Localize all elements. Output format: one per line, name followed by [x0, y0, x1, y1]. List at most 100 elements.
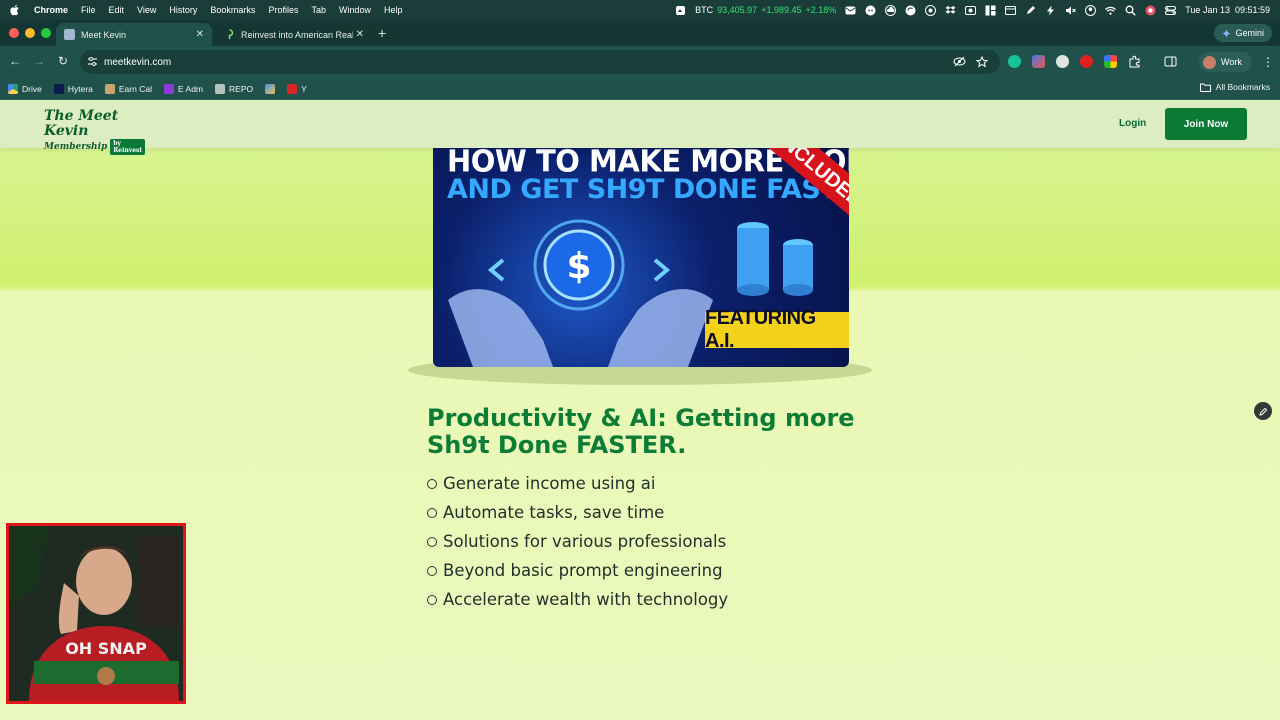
discord-icon[interactable] — [865, 5, 876, 16]
profile-button[interactable]: Work — [1199, 52, 1252, 72]
apple-icon[interactable] — [10, 4, 20, 16]
address-bar[interactable]: meetkevin.com — [80, 50, 1000, 74]
bookmarks-bar: Drive Hytera Earn Cal E Adm REPO Y All B… — [0, 78, 1280, 100]
bookmark-hytera[interactable]: Hytera — [53, 83, 93, 94]
bookmark-gemini[interactable] — [265, 83, 276, 94]
gemini-button[interactable]: Gemini — [1214, 24, 1272, 42]
cloud-icon[interactable] — [885, 4, 897, 16]
meet-kevin-logo[interactable]: The Meet Kevin Membership by Reinvest — [44, 109, 146, 155]
bullet-circle-icon — [427, 507, 437, 518]
spotlight-search-icon[interactable] — [1125, 5, 1136, 16]
presenter-video-frame: OH SNAP — [9, 526, 183, 701]
bookmark-repo[interactable]: REPO — [215, 83, 254, 94]
wifi-icon[interactable] — [1105, 5, 1117, 16]
menubar-clock[interactable]: Tue Jan 13 09:51:59 — [1185, 5, 1270, 15]
featuring-ai-badge: FEATURING A.I. — [705, 307, 849, 352]
login-link[interactable]: Login — [1119, 118, 1146, 129]
menu-edit[interactable]: Edit — [109, 5, 125, 15]
sync-icon[interactable] — [905, 5, 916, 16]
grammarly-extension-icon[interactable] — [1008, 55, 1021, 68]
browser-tab-strip: Meet Kevin ✕ Reinvest into American Real… — [0, 20, 1280, 46]
extension-icon[interactable] — [1104, 55, 1117, 68]
feature-text: Beyond basic prompt engineering — [443, 561, 723, 580]
grid-icon[interactable] — [925, 4, 937, 16]
browser-toolbar: ← → ↻ meetkevin.com — [0, 46, 1280, 78]
screen-share-icon[interactable] — [965, 5, 977, 16]
gemini-bookmark-icon — [265, 83, 276, 94]
join-now-button[interactable]: Join Now — [1165, 108, 1247, 140]
list-item: Beyond basic prompt engineering — [427, 556, 728, 585]
repo-icon — [215, 83, 226, 94]
all-bookmarks-button[interactable]: All Bookmarks — [1199, 82, 1270, 92]
hytera-icon — [53, 83, 64, 94]
btc-ticker[interactable]: BTC 93,405.97 +1,989.45 +2.18% — [695, 5, 836, 15]
profile-label: Work — [1221, 57, 1242, 67]
list-item: Accelerate wealth with technology — [427, 585, 728, 614]
youtube-extension-icon[interactable] — [1080, 55, 1093, 68]
meet-kevin-favicon-icon — [64, 29, 75, 40]
menu-help[interactable]: Help — [384, 5, 403, 15]
sidepanel-icon[interactable] — [1164, 55, 1177, 68]
bookmark-y[interactable]: Y — [287, 83, 307, 94]
feature-text: Generate income using ai — [443, 474, 656, 493]
svg-text:$: $ — [566, 246, 591, 287]
bookmark-label: Y — [301, 83, 307, 94]
extension-icon[interactable] — [1056, 55, 1069, 68]
all-bookmarks-label: All Bookmarks — [1215, 82, 1270, 92]
bullet-circle-icon — [427, 594, 437, 605]
close-tab-icon[interactable]: ✕ — [356, 29, 364, 40]
dropbox-icon[interactable] — [945, 5, 956, 16]
edit-pencil-button[interactable] — [1254, 402, 1272, 420]
window-icon[interactable] — [1005, 5, 1017, 16]
list-item: Solutions for various professionals — [427, 527, 728, 556]
extension-icon[interactable] — [1032, 55, 1045, 68]
bookmark-star-icon[interactable] — [976, 56, 988, 68]
close-tab-icon[interactable]: ✕ — [196, 29, 204, 40]
menu-bookmarks[interactable]: Bookmarks — [210, 5, 255, 15]
mail-icon[interactable] — [845, 5, 856, 16]
menu-tab[interactable]: Tab — [311, 5, 326, 15]
tab-meet-kevin[interactable]: Meet Kevin ✕ — [56, 23, 212, 46]
tab-reinvest[interactable]: Reinvest into American Real E ✕ — [216, 23, 372, 46]
menu-file[interactable]: File — [81, 5, 96, 15]
reinvest-favicon-icon — [228, 29, 234, 39]
reload-icon[interactable]: ↻ — [56, 54, 70, 68]
extensions-puzzle-icon[interactable] — [1128, 55, 1141, 68]
eye-slash-icon[interactable] — [953, 56, 966, 67]
menu-app-name[interactable]: Chrome — [34, 5, 68, 15]
bookmark-drive[interactable]: Drive — [8, 83, 42, 94]
url-text: meetkevin.com — [104, 56, 172, 68]
bookmark-label: REPO — [229, 83, 254, 94]
close-window-button[interactable] — [9, 28, 19, 38]
folder-icon — [1199, 83, 1211, 92]
minimize-window-button[interactable] — [25, 28, 35, 38]
gemini-sparkle-icon — [1222, 28, 1232, 38]
feature-text: Accelerate wealth with technology — [443, 590, 729, 609]
user-icon[interactable] — [1085, 4, 1097, 16]
menu-history[interactable]: History — [169, 5, 197, 15]
new-tab-icon[interactable]: + — [378, 25, 386, 41]
tab-label: Reinvest into American Real E — [241, 29, 353, 40]
course-thumbnail[interactable]: $ HOW TO MAKE MORE MONEY AND GET SH9T DO… — [433, 140, 849, 367]
thumbnail-headline-line2: AND GET SH9T DONE FASTER — [447, 174, 849, 205]
screenshot-icon[interactable] — [675, 5, 686, 16]
mute-icon[interactable] — [1065, 5, 1077, 16]
menu-profiles[interactable]: Profiles — [268, 5, 298, 15]
bolt-icon[interactable] — [1045, 5, 1056, 16]
pencil-icon — [1258, 407, 1267, 416]
site-info-icon[interactable] — [87, 56, 98, 67]
control-center-icon[interactable] — [1165, 5, 1177, 16]
bookmark-label: Earn Cal — [118, 83, 152, 94]
menu-window[interactable]: Window — [339, 5, 371, 15]
forward-arrow-icon[interactable]: → — [32, 54, 46, 68]
menu-view[interactable]: View — [137, 5, 156, 15]
chrome-menu-icon[interactable]: ⋮ — [1262, 55, 1274, 69]
back-arrow-icon[interactable]: ← — [8, 54, 22, 68]
record-icon[interactable] — [1145, 5, 1156, 16]
bookmark-e-adm[interactable]: E Adm — [163, 83, 204, 94]
zoom-window-button[interactable] — [41, 28, 51, 38]
pen-icon[interactable] — [1025, 5, 1036, 16]
bookmark-label: E Adm — [177, 83, 204, 94]
bookmark-earn-cal[interactable]: Earn Cal — [104, 83, 152, 94]
layout-icon[interactable] — [985, 5, 996, 16]
